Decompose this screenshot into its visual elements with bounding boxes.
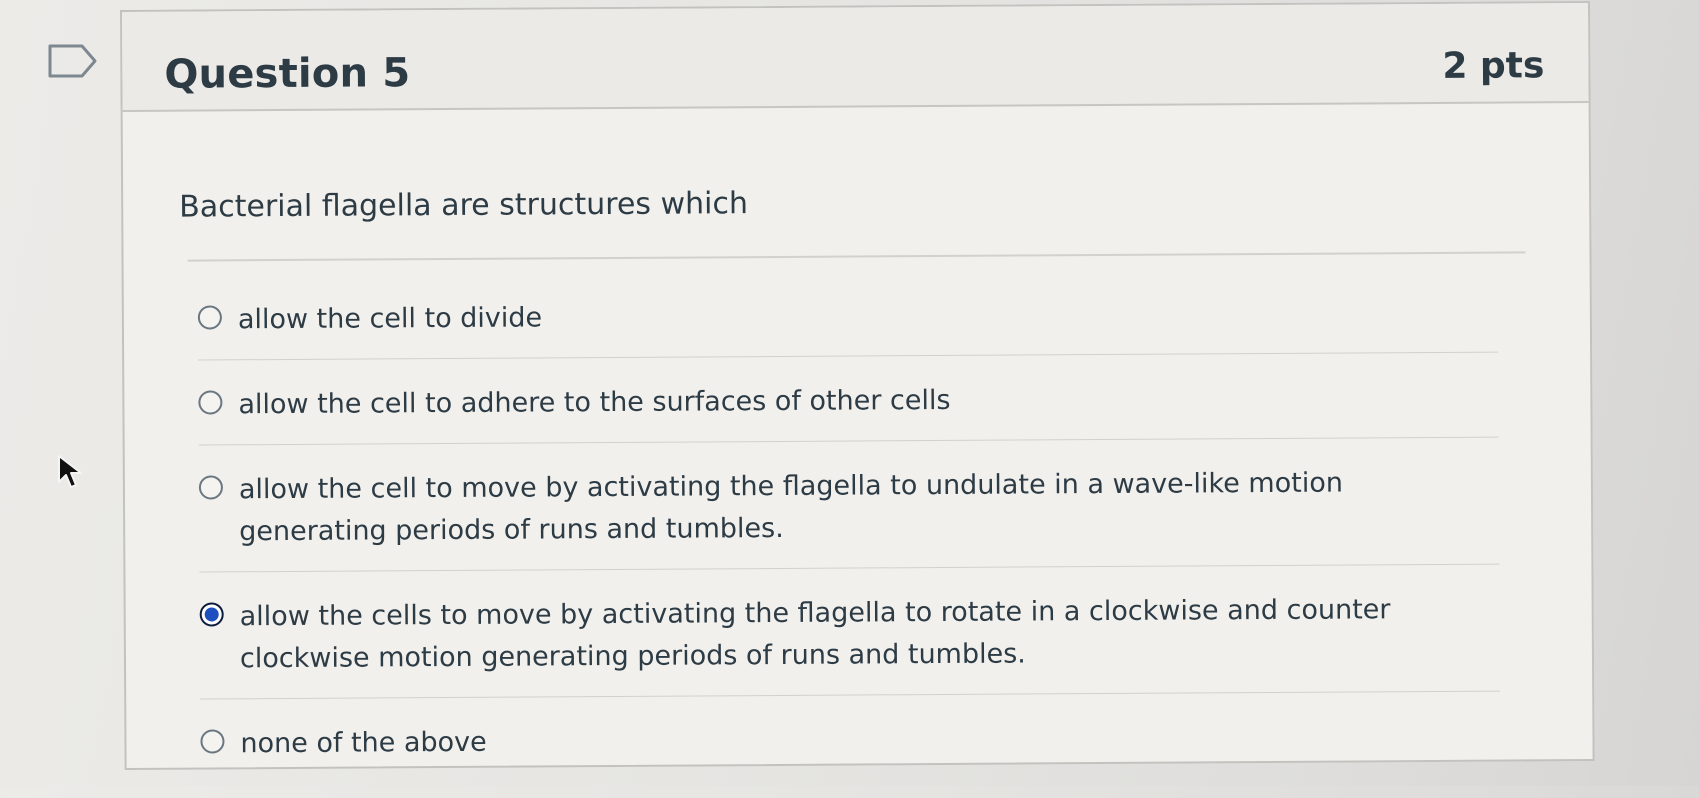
answer-option[interactable]: allow the cell to divide xyxy=(197,281,1499,361)
radio-button[interactable] xyxy=(197,305,222,330)
question-points: 2 pts xyxy=(1442,45,1545,87)
mouse-pointer-icon xyxy=(58,455,82,488)
answer-label[interactable]: allow the cell to divide xyxy=(238,297,542,341)
answer-label[interactable]: allow the cell to move by activating the… xyxy=(239,462,1459,553)
radio-button[interactable] xyxy=(198,475,223,500)
flag-question-icon[interactable] xyxy=(48,44,98,78)
answer-label[interactable]: allow the cell to adhere to the surfaces… xyxy=(238,380,950,426)
radio-button-selected[interactable] xyxy=(199,602,224,627)
radio-button[interactable] xyxy=(200,729,225,754)
answer-label[interactable]: allow the cells to move by activating th… xyxy=(240,589,1460,680)
answer-label[interactable]: none of the above xyxy=(240,722,486,766)
divider xyxy=(187,251,1526,262)
question-body: Bacterial flagella are structures which … xyxy=(175,101,1593,768)
question-title: Question 5 xyxy=(164,50,411,98)
answer-option[interactable]: none of the above xyxy=(200,706,1500,784)
question-card: Question 5 2 pts Bacterial flagella are … xyxy=(120,1,1595,770)
answer-option[interactable]: allow the cell to move by activating the… xyxy=(198,451,1500,573)
radio-button[interactable] xyxy=(198,390,223,415)
answer-list: allow the cell to divide allow the cell … xyxy=(197,281,1501,798)
question-text: Bacterial flagella are structures which xyxy=(179,186,749,225)
answer-option-selected[interactable]: allow the cells to move by activating th… xyxy=(199,578,1501,700)
question-header: Question 5 2 pts xyxy=(122,3,1589,112)
answer-option[interactable]: allow the cell to adhere to the surfaces… xyxy=(198,366,1499,446)
